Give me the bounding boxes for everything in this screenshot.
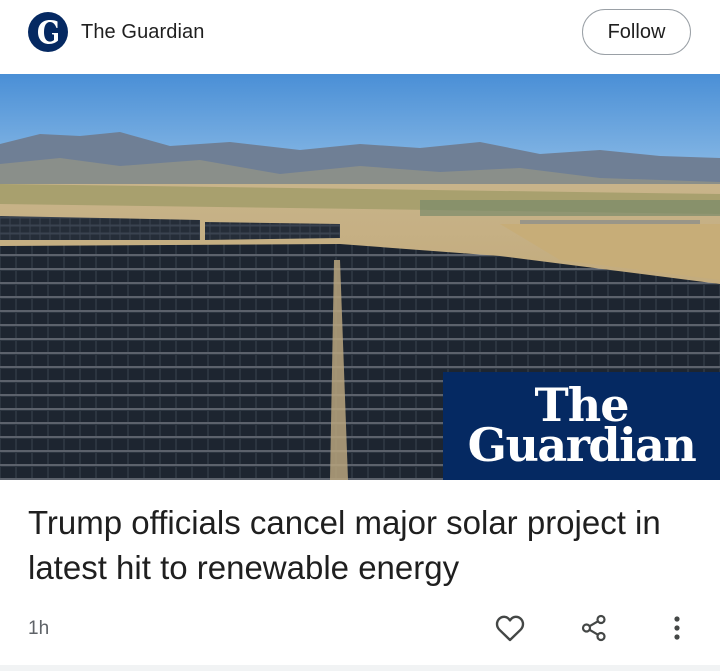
heart-icon[interactable]	[490, 608, 530, 648]
share-icon[interactable]	[574, 608, 614, 648]
guardian-logo-icon[interactable]	[28, 12, 68, 52]
article-header: The Guardian Follow	[0, 0, 720, 74]
guardian-brand-overlay: The Guardian	[443, 372, 720, 480]
article-footer: 1h	[0, 600, 720, 660]
source-name[interactable]: The Guardian	[81, 21, 205, 44]
more-vert-icon[interactable]	[657, 608, 697, 648]
article-age: 1h	[28, 618, 50, 639]
follow-button[interactable]: Follow	[582, 9, 691, 55]
card-divider	[0, 665, 720, 671]
article-headline[interactable]: Trump officials cancel major solar proje…	[28, 500, 698, 590]
brand-line-guardian: Guardian	[467, 418, 697, 472]
